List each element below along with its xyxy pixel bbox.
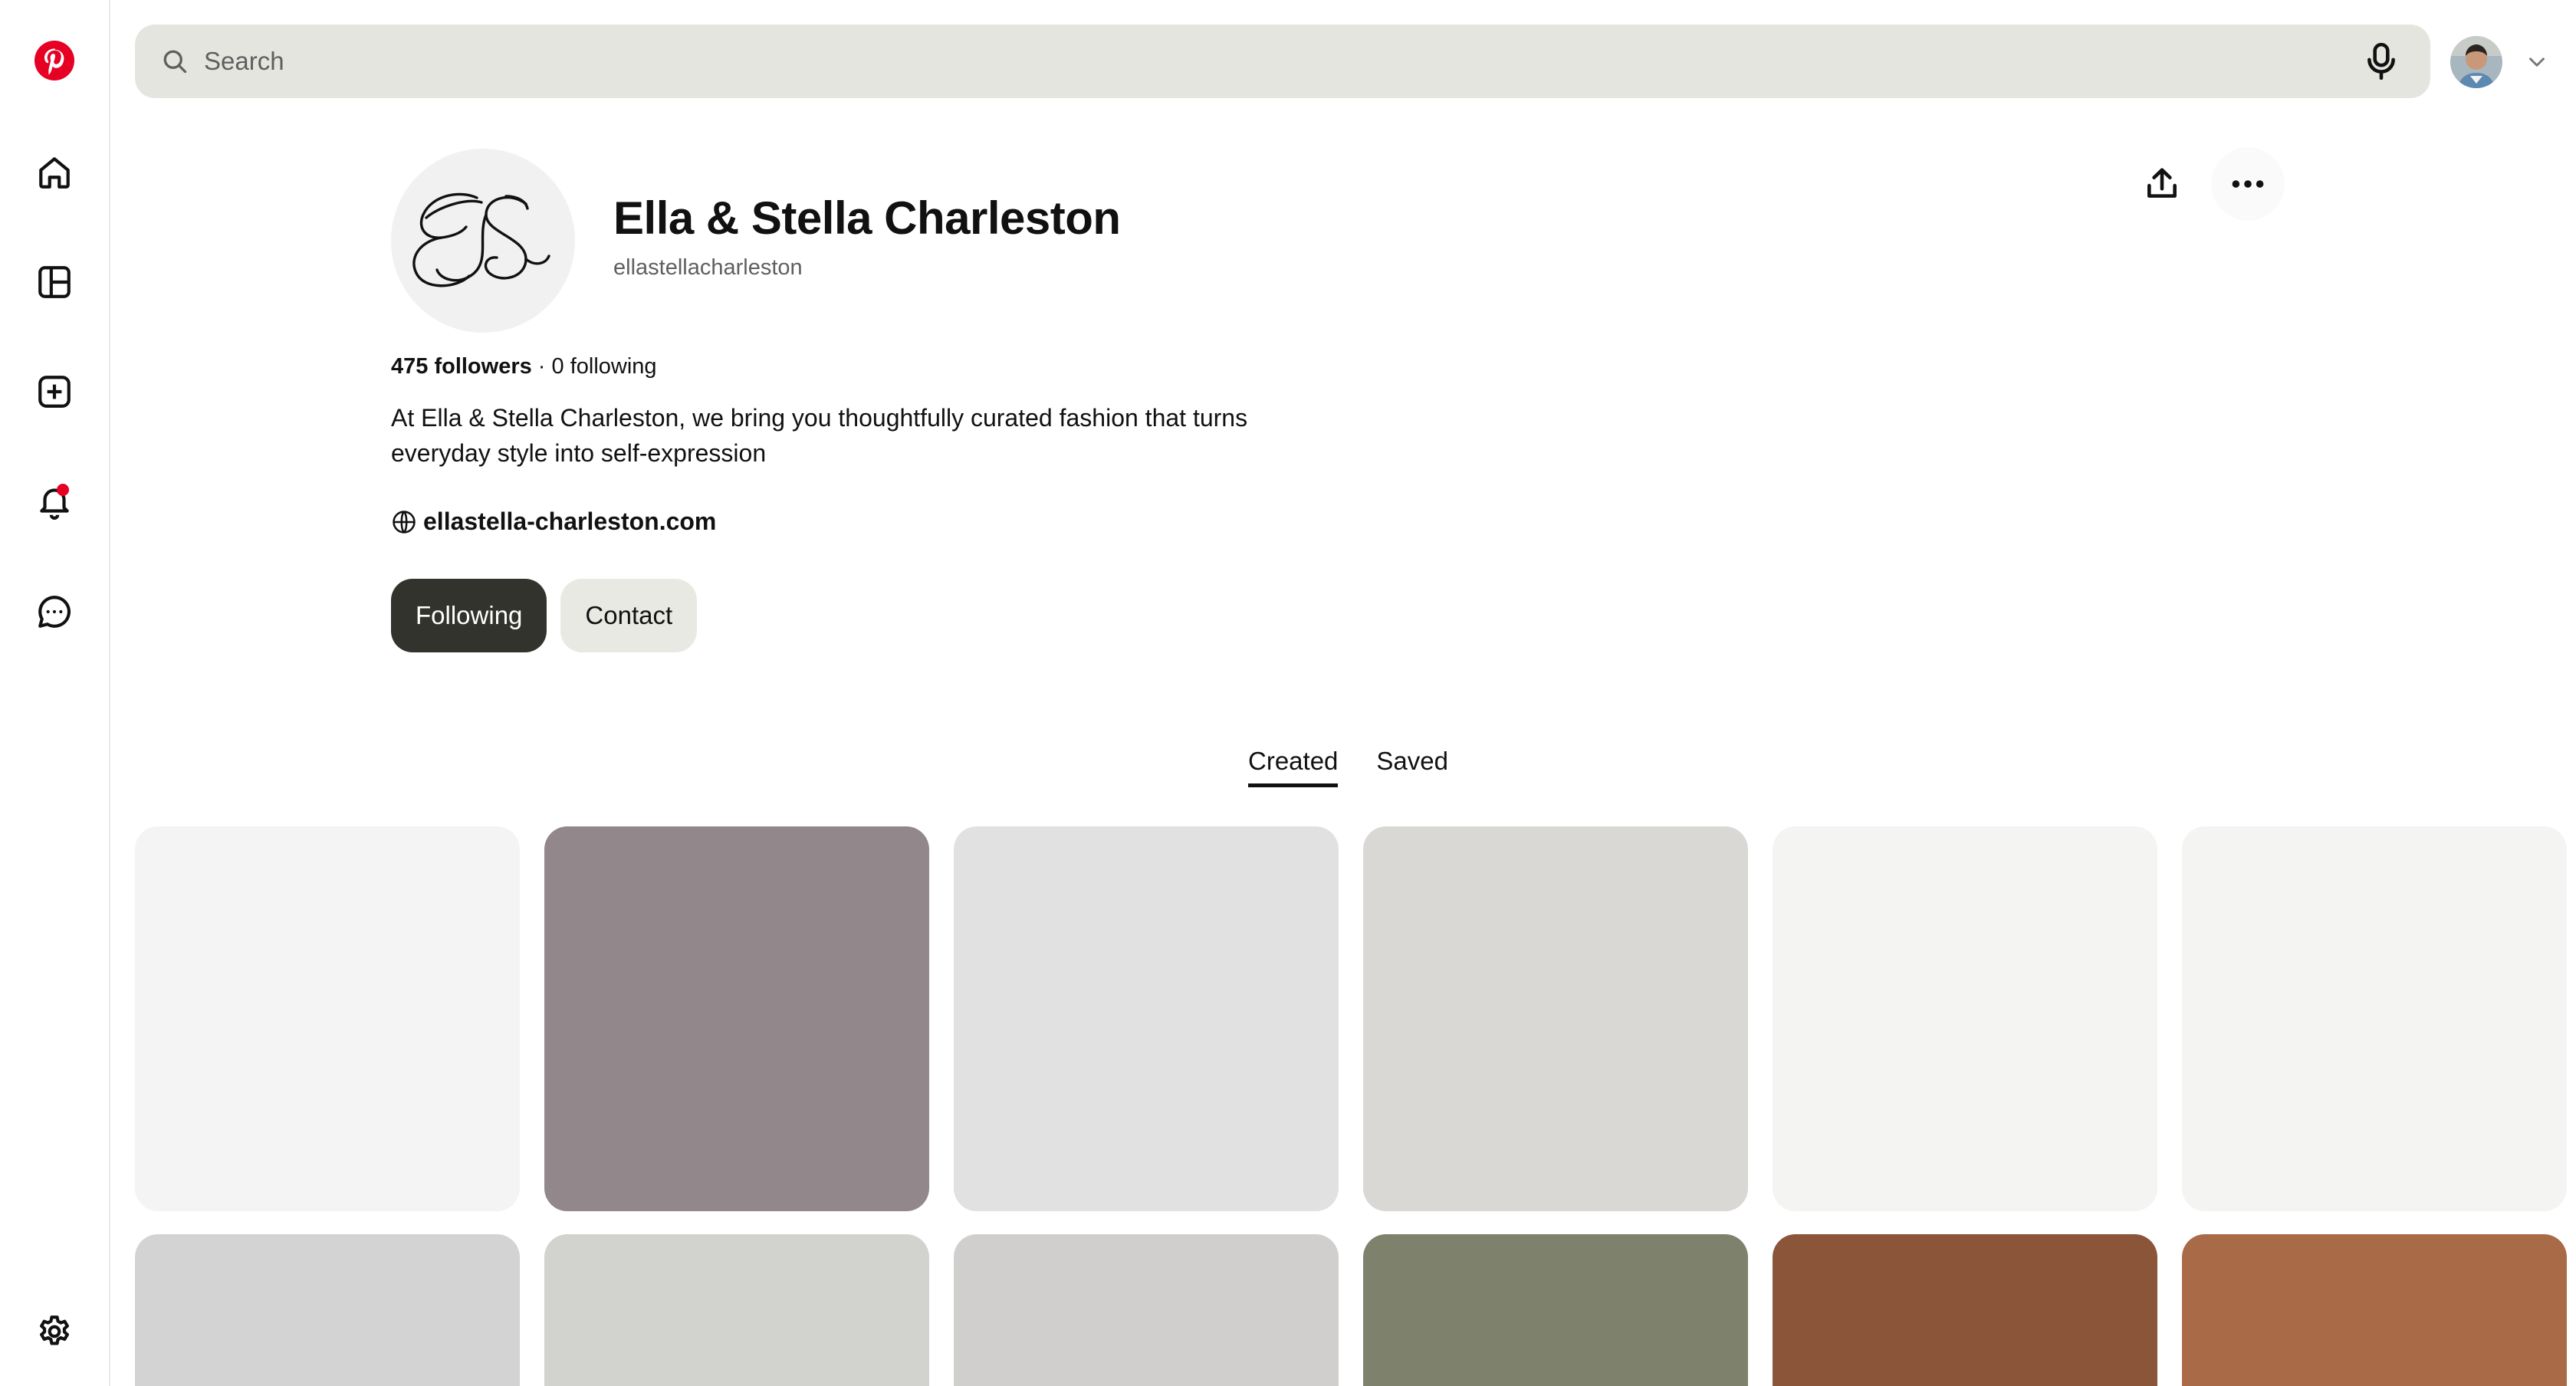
following-count[interactable]: 0 following bbox=[552, 354, 657, 379]
pin-card[interactable] bbox=[2182, 1234, 2567, 1386]
pin-card[interactable] bbox=[544, 1234, 929, 1386]
website-link[interactable]: ellastella-charleston.com bbox=[391, 507, 716, 536]
pin-card[interactable] bbox=[1773, 1234, 2157, 1386]
microphone-icon bbox=[2367, 42, 2395, 80]
more-options-button[interactable] bbox=[2211, 147, 2285, 221]
pin-card[interactable] bbox=[135, 1234, 520, 1386]
settings-button[interactable] bbox=[17, 1294, 92, 1369]
pinterest-logo-icon[interactable] bbox=[17, 23, 92, 98]
profile-bio: At Ella & Stella Charleston, we bring yo… bbox=[391, 404, 1248, 467]
search-bar[interactable] bbox=[135, 25, 2430, 98]
pin-card[interactable] bbox=[954, 826, 1339, 1211]
following-button[interactable]: Following bbox=[391, 579, 547, 652]
pin-card[interactable] bbox=[1773, 826, 2157, 1211]
search-input[interactable] bbox=[189, 47, 2358, 76]
notifications-button[interactable] bbox=[17, 464, 92, 539]
notification-badge bbox=[57, 484, 69, 496]
account-dropdown-chevron[interactable] bbox=[2524, 49, 2550, 75]
chevron-down-icon bbox=[2529, 57, 2545, 67]
pin-card[interactable] bbox=[135, 826, 520, 1211]
profile-name: Ella & Stella Charleston bbox=[613, 192, 1121, 244]
user-avatar[interactable] bbox=[2450, 36, 2502, 88]
follow-stats: 475 followers · 0 following bbox=[391, 354, 657, 379]
left-nav-rail bbox=[0, 0, 110, 1386]
create-button[interactable] bbox=[17, 354, 92, 429]
profile-handle: ellastellacharleston bbox=[613, 255, 803, 280]
search-icon bbox=[161, 48, 189, 75]
pin-card[interactable] bbox=[2182, 826, 2567, 1211]
es-monogram-logo bbox=[412, 192, 550, 287]
pin-card[interactable] bbox=[954, 1234, 1339, 1386]
profile-actions bbox=[2125, 147, 2285, 221]
profile-avatar bbox=[391, 149, 575, 333]
boards-button[interactable] bbox=[17, 245, 92, 320]
share-button[interactable] bbox=[2125, 147, 2199, 221]
stats-separator: · bbox=[531, 354, 552, 379]
profile-buttons: Following Contact bbox=[391, 579, 698, 652]
website-url[interactable]: ellastella-charleston.com bbox=[423, 507, 716, 536]
tab-saved[interactable]: Saved bbox=[1376, 747, 1448, 787]
pin-card[interactable] bbox=[1363, 826, 1748, 1211]
share-upload-icon bbox=[2147, 168, 2177, 198]
pin-card[interactable] bbox=[544, 826, 929, 1211]
followers-count[interactable]: 475 followers bbox=[391, 354, 532, 379]
profile-tabs: Created Saved bbox=[1248, 747, 1448, 787]
voice-search-button[interactable] bbox=[2358, 38, 2404, 84]
create-icon bbox=[38, 376, 71, 408]
home-button[interactable] bbox=[17, 135, 92, 210]
account-menu bbox=[2450, 31, 2558, 94]
globe-icon bbox=[393, 510, 416, 534]
tab-created[interactable]: Created bbox=[1248, 747, 1339, 787]
contact-button[interactable]: Contact bbox=[560, 579, 698, 652]
messages-button[interactable] bbox=[17, 574, 92, 649]
boards-icon bbox=[38, 266, 71, 298]
pinterest-logo-icon bbox=[34, 41, 74, 80]
pin-card[interactable] bbox=[1363, 1234, 1748, 1386]
gear-icon bbox=[40, 1315, 69, 1345]
more-dots-icon bbox=[2232, 180, 2264, 188]
messages-icon bbox=[38, 596, 71, 628]
home-icon bbox=[39, 157, 70, 189]
